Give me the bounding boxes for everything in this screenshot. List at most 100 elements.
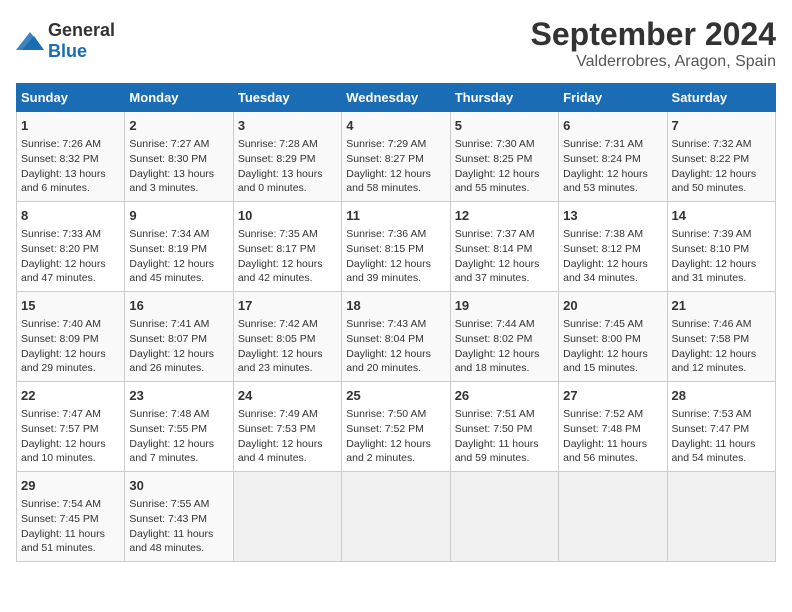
daylight-text: Daylight: 12 hoursand 34 minutes. <box>563 258 648 285</box>
sunrise-text: Sunrise: 7:40 AM <box>21 318 101 330</box>
daylight-text: Daylight: 12 hoursand 47 minutes. <box>21 258 106 285</box>
calendar-cell: 17Sunrise: 7:42 AMSunset: 8:05 PMDayligh… <box>233 292 341 382</box>
sunset-text: Sunset: 8:29 PM <box>238 153 316 165</box>
sunrise-text: Sunrise: 7:49 AM <box>238 408 318 420</box>
daylight-text: Daylight: 12 hoursand 45 minutes. <box>129 258 214 285</box>
sunset-text: Sunset: 8:22 PM <box>672 153 750 165</box>
sunrise-text: Sunrise: 7:53 AM <box>672 408 752 420</box>
day-number: 9 <box>129 207 228 225</box>
calendar-cell <box>667 472 775 562</box>
sunset-text: Sunset: 7:55 PM <box>129 423 207 435</box>
sunrise-text: Sunrise: 7:41 AM <box>129 318 209 330</box>
column-header-saturday: Saturday <box>667 84 775 112</box>
calendar-cell: 2Sunrise: 7:27 AMSunset: 8:30 PMDaylight… <box>125 112 233 202</box>
calendar-cell: 6Sunrise: 7:31 AMSunset: 8:24 PMDaylight… <box>559 112 667 202</box>
day-number: 18 <box>346 297 445 315</box>
daylight-text: Daylight: 12 hoursand 31 minutes. <box>672 258 757 285</box>
column-header-wednesday: Wednesday <box>342 84 450 112</box>
logo-text-general: General <box>48 20 115 40</box>
logo: General Blue <box>16 20 115 62</box>
calendar-cell <box>450 472 558 562</box>
day-number: 24 <box>238 387 337 405</box>
sunrise-text: Sunrise: 7:35 AM <box>238 228 318 240</box>
daylight-text: Daylight: 12 hoursand 7 minutes. <box>129 438 214 465</box>
day-number: 2 <box>129 117 228 135</box>
sunset-text: Sunset: 7:45 PM <box>21 513 99 525</box>
sunrise-text: Sunrise: 7:44 AM <box>455 318 535 330</box>
calendar-cell: 18Sunrise: 7:43 AMSunset: 8:04 PMDayligh… <box>342 292 450 382</box>
sunset-text: Sunset: 7:47 PM <box>672 423 750 435</box>
day-number: 5 <box>455 117 554 135</box>
sunrise-text: Sunrise: 7:29 AM <box>346 138 426 150</box>
sunset-text: Sunset: 8:17 PM <box>238 243 316 255</box>
daylight-text: Daylight: 12 hoursand 29 minutes. <box>21 348 106 375</box>
calendar-cell: 5Sunrise: 7:30 AMSunset: 8:25 PMDaylight… <box>450 112 558 202</box>
sunset-text: Sunset: 8:14 PM <box>455 243 533 255</box>
week-row-4: 22 Sunrise: 7:47 AM Sunset: 7:57 PM Dayligh… <box>17 382 776 472</box>
sunset-text: Sunset: 8:02 PM <box>455 333 533 345</box>
day-number: 29 <box>21 477 120 495</box>
sunset-text: Sunset: 8:00 PM <box>563 333 641 345</box>
calendar-cell: 20Sunrise: 7:45 AMSunset: 8:00 PMDayligh… <box>559 292 667 382</box>
daylight-text: Daylight: 12 hoursand 12 minutes. <box>672 348 757 375</box>
daylight-text: Daylight: 12 hoursand 39 minutes. <box>346 258 431 285</box>
sunrise-text: Sunrise: 7:39 AM <box>672 228 752 240</box>
daylight-text: Daylight: 12 hoursand 23 minutes. <box>238 348 323 375</box>
sunset-text: Sunset: 7:57 PM <box>21 423 99 435</box>
sunset-text: Sunset: 8:27 PM <box>346 153 424 165</box>
sunrise-text: Sunrise: 7:50 AM <box>346 408 426 420</box>
day-number: 3 <box>238 117 337 135</box>
sunrise-text: Sunrise: 7:31 AM <box>563 138 643 150</box>
calendar-cell: 21Sunrise: 7:46 AMSunset: 7:58 PMDayligh… <box>667 292 775 382</box>
calendar-cell: 8Sunrise: 7:33 AMSunset: 8:20 PMDaylight… <box>17 202 125 292</box>
sunset-text: Sunset: 8:15 PM <box>346 243 424 255</box>
calendar-header-row: SundayMondayTuesdayWednesdayThursdayFrid… <box>17 84 776 112</box>
calendar-table: SundayMondayTuesdayWednesdayThursdayFrid… <box>16 83 776 562</box>
day-number: 6 <box>563 117 662 135</box>
daylight-text: Daylight: 12 hoursand 10 minutes. <box>21 438 106 465</box>
calendar-cell: 16Sunrise: 7:41 AMSunset: 8:07 PMDayligh… <box>125 292 233 382</box>
day-number: 23 <box>129 387 228 405</box>
daylight-text: Daylight: 12 hoursand 50 minutes. <box>672 168 757 195</box>
calendar-cell: 13Sunrise: 7:38 AMSunset: 8:12 PMDayligh… <box>559 202 667 292</box>
calendar-cell: 22 Sunrise: 7:47 AM Sunset: 7:57 PM Dayligh… <box>17 382 125 472</box>
calendar-cell <box>342 472 450 562</box>
sunrise-text: Sunrise: 7:34 AM <box>129 228 209 240</box>
week-row-2: 8Sunrise: 7:33 AMSunset: 8:20 PMDaylight… <box>17 202 776 292</box>
title-block: September 2024 Valderrobres, Aragon, Spa… <box>531 16 776 71</box>
sunrise-text: Sunrise: 7:54 AM <box>21 498 101 510</box>
page-subtitle: Valderrobres, Aragon, Spain <box>531 53 776 71</box>
calendar-cell: 10Sunrise: 7:35 AMSunset: 8:17 PMDayligh… <box>233 202 341 292</box>
sunrise-text: Sunrise: 7:47 AM <box>21 408 101 420</box>
day-number: 13 <box>563 207 662 225</box>
daylight-text: Daylight: 11 hoursand 51 minutes. <box>21 528 105 555</box>
sunrise-text: Sunrise: 7:33 AM <box>21 228 101 240</box>
sunrise-text: Sunrise: 7:45 AM <box>563 318 643 330</box>
column-header-tuesday: Tuesday <box>233 84 341 112</box>
sunset-text: Sunset: 8:25 PM <box>455 153 533 165</box>
sunset-text: Sunset: 7:50 PM <box>455 423 533 435</box>
logo-text-blue: Blue <box>48 41 87 61</box>
day-number: 16 <box>129 297 228 315</box>
daylight-text: Daylight: 11 hoursand 54 minutes. <box>672 438 756 465</box>
day-number: 21 <box>672 297 771 315</box>
sunset-text: Sunset: 7:43 PM <box>129 513 207 525</box>
sunrise-text: Sunrise: 7:46 AM <box>672 318 752 330</box>
day-number: 22 <box>21 387 120 405</box>
calendar-cell: 14Sunrise: 7:39 AMSunset: 8:10 PMDayligh… <box>667 202 775 292</box>
sunset-text: Sunset: 8:20 PM <box>21 243 99 255</box>
daylight-text: Daylight: 12 hoursand 18 minutes. <box>455 348 540 375</box>
sunrise-text: Sunrise: 7:30 AM <box>455 138 535 150</box>
calendar-cell: 27Sunrise: 7:52 AMSunset: 7:48 PMDayligh… <box>559 382 667 472</box>
day-number: 15 <box>21 297 120 315</box>
sunrise-text: Sunrise: 7:26 AM <box>21 138 101 150</box>
calendar-cell: 19Sunrise: 7:44 AMSunset: 8:02 PMDayligh… <box>450 292 558 382</box>
calendar-cell: 1Sunrise: 7:26 AMSunset: 8:32 PMDaylight… <box>17 112 125 202</box>
day-number: 7 <box>672 117 771 135</box>
logo-icon <box>16 30 44 52</box>
day-number: 28 <box>672 387 771 405</box>
calendar-cell: 25Sunrise: 7:50 AMSunset: 7:52 PMDayligh… <box>342 382 450 472</box>
sunrise-text: Sunrise: 7:38 AM <box>563 228 643 240</box>
sunset-text: Sunset: 8:10 PM <box>672 243 750 255</box>
sunrise-text: Sunrise: 7:32 AM <box>672 138 752 150</box>
